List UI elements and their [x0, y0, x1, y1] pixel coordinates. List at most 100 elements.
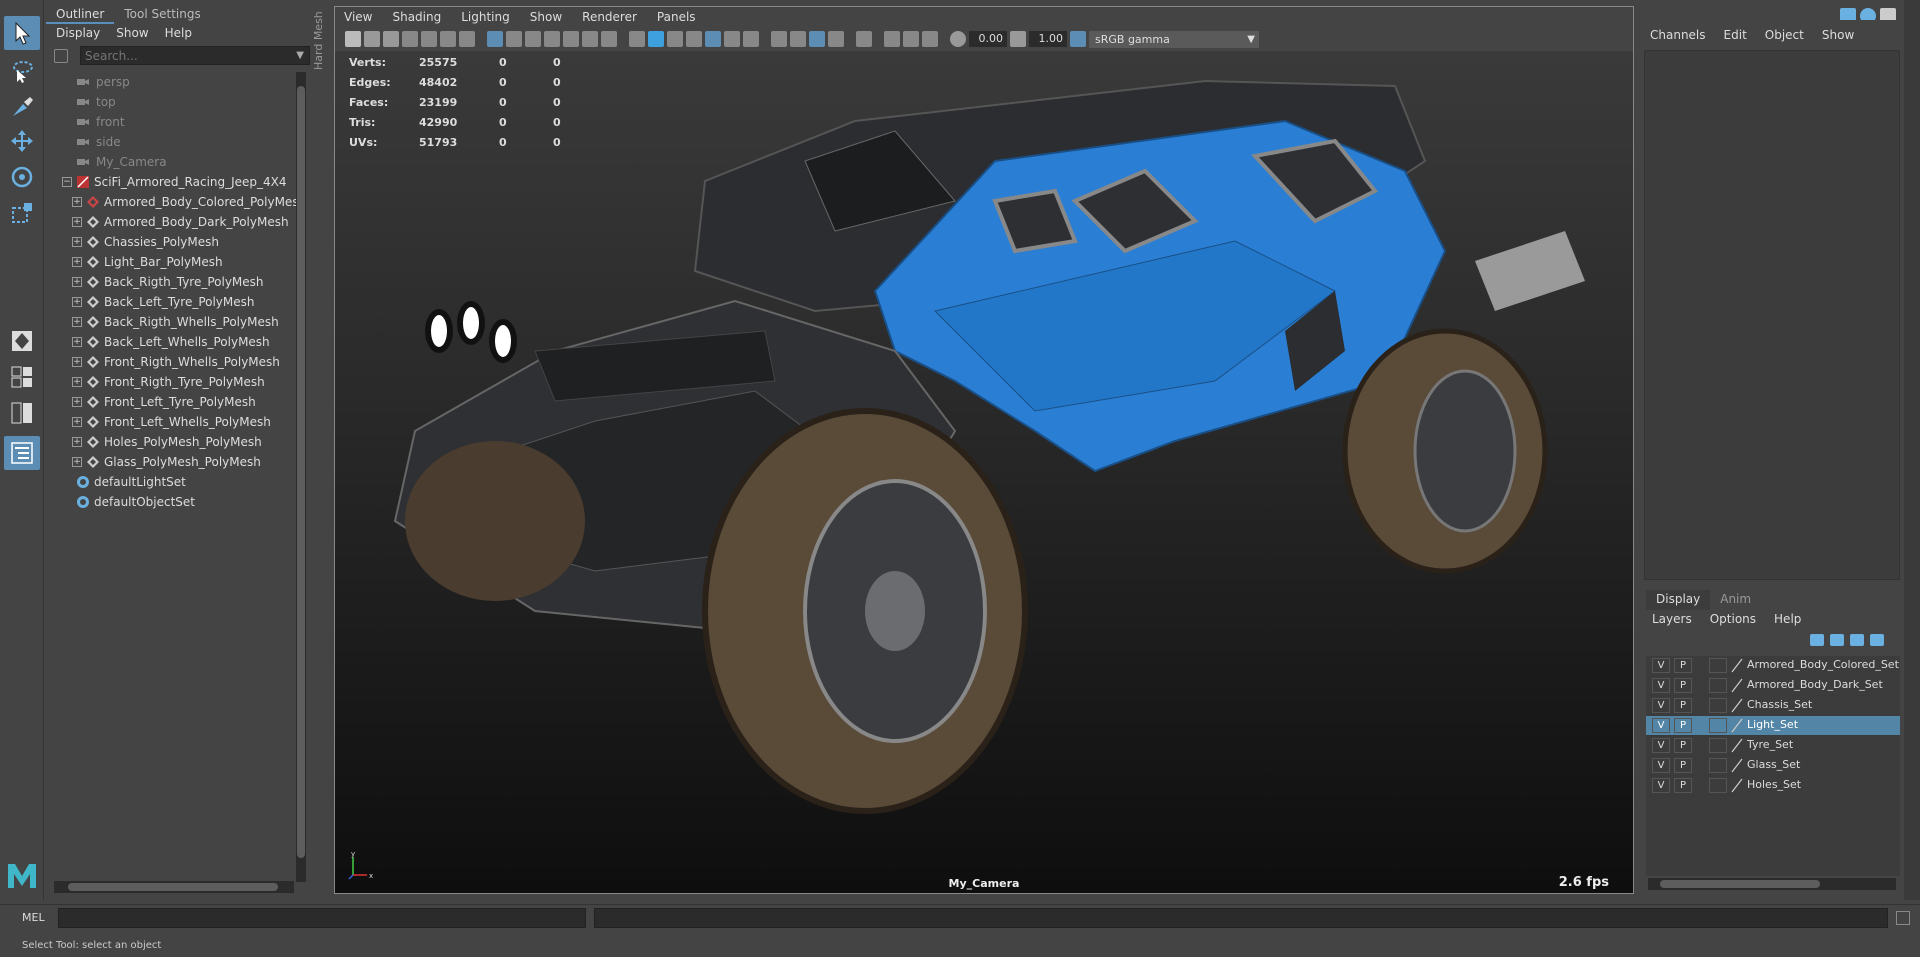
depth-of-field-icon[interactable] — [828, 31, 844, 47]
tree-item-mesh[interactable]: + Holes_PolyMesh_PolyMesh — [52, 432, 294, 452]
rotate-tool-icon[interactable] — [4, 160, 40, 194]
layer-type-icon[interactable] — [1730, 678, 1744, 693]
color-management-icon[interactable] — [1070, 31, 1086, 47]
outliner-menu-display[interactable]: Display — [56, 26, 100, 42]
viewport-menu-shading[interactable]: Shading — [392, 10, 441, 24]
mel-input[interactable] — [58, 908, 586, 928]
tree-item-mesh[interactable]: + Back_Rigth_Whells_PolyMesh — [52, 312, 294, 332]
layer-visibility-toggle[interactable]: V — [1652, 778, 1670, 793]
tree-item-mesh[interactable]: + Front_Rigth_Tyre_PolyMesh — [52, 372, 294, 392]
layer-visibility-toggle[interactable]: V — [1652, 718, 1670, 733]
tree-item-mesh[interactable]: + Armored_Body_Colored_PolyMesh — [52, 192, 306, 212]
layer-row[interactable]: V P Tyre_Set — [1646, 736, 1900, 756]
tree-item-mesh[interactable]: + Back_Left_Whells_PolyMesh — [52, 332, 294, 352]
layer-menu-help[interactable]: Help — [1774, 612, 1801, 628]
four-view-icon[interactable] — [4, 360, 40, 394]
expand-icon[interactable]: + — [72, 357, 82, 367]
layer-playback-toggle[interactable]: P — [1674, 778, 1692, 793]
exposure-field[interactable]: 0.00 — [969, 31, 1007, 47]
layer-color-swatch[interactable] — [1709, 698, 1727, 713]
camera-lock-icon[interactable] — [364, 31, 380, 47]
motion-blur-icon[interactable] — [790, 31, 806, 47]
layer-visibility-toggle[interactable]: V — [1652, 678, 1670, 693]
tree-item-camera-side[interactable]: side — [52, 132, 294, 152]
safe-action-icon[interactable] — [582, 31, 598, 47]
expand-icon[interactable]: + — [72, 197, 82, 207]
expand-icon[interactable]: + — [72, 217, 82, 227]
smooth-shade-icon[interactable] — [648, 31, 664, 47]
layer-type-icon[interactable] — [1730, 658, 1744, 673]
resolution-gate-icon[interactable] — [525, 31, 541, 47]
ambient-occlusion-icon[interactable] — [771, 31, 787, 47]
image-plane-icon[interactable] — [402, 31, 418, 47]
layer-type-icon[interactable] — [1730, 758, 1744, 773]
expand-icon[interactable]: + — [72, 437, 82, 447]
bookmark-icon[interactable] — [383, 31, 399, 47]
expand-icon[interactable]: + — [72, 237, 82, 247]
layer-type-icon[interactable] — [1730, 738, 1744, 753]
viewport-menu-panels[interactable]: Panels — [657, 10, 696, 24]
tree-item-set-default-object[interactable]: defaultObjectSet — [52, 492, 294, 512]
viewport-menu-renderer[interactable]: Renderer — [582, 10, 637, 24]
layer-row[interactable]: V P Holes_Set — [1646, 776, 1900, 796]
layer-playback-toggle[interactable]: P — [1674, 738, 1692, 753]
new-layer-from-selected-icon[interactable] — [1870, 634, 1884, 646]
color-space-dropdown[interactable]: sRGB gamma ▼ — [1089, 30, 1259, 48]
tree-item-set-default-light[interactable]: defaultLightSet — [52, 472, 294, 492]
isolate-select-icon[interactable] — [856, 31, 872, 47]
layer-playback-toggle[interactable]: P — [1674, 658, 1692, 673]
chevron-down-icon[interactable]: ▼ — [296, 50, 304, 61]
tree-item-mesh[interactable]: + Front_Rigth_Whells_PolyMesh — [52, 352, 294, 372]
outliner-layout-icon[interactable] — [4, 436, 40, 470]
hud-icon[interactable] — [922, 31, 938, 47]
layer-type-icon[interactable] — [1730, 778, 1744, 793]
safe-title-icon[interactable] — [601, 31, 617, 47]
layer-playback-toggle[interactable]: P — [1674, 718, 1692, 733]
outliner-vertical-scrollbar[interactable] — [296, 72, 306, 882]
layer-color-swatch[interactable] — [1709, 778, 1727, 793]
tree-item-mesh[interactable]: + Back_Left_Tyre_PolyMesh — [52, 292, 294, 312]
expand-icon[interactable]: + — [72, 457, 82, 467]
lasso-tool-icon[interactable] — [4, 54, 40, 88]
layer-row[interactable]: V P Armored_Body_Dark_Set — [1646, 676, 1900, 696]
grease-pencil-icon[interactable] — [421, 31, 437, 47]
camera-select-icon[interactable] — [345, 31, 361, 47]
layer-row[interactable]: V P Chassis_Set — [1646, 696, 1900, 716]
xray-active-icon[interactable] — [903, 31, 919, 47]
channel-menu-channels[interactable]: Channels — [1650, 28, 1706, 48]
film-gate-icon[interactable] — [506, 31, 522, 47]
tree-item-mesh[interactable]: + Glass_PolyMesh_PolyMesh — [52, 452, 294, 472]
layer-menu-layers[interactable]: Layers — [1652, 612, 1692, 628]
layer-color-swatch[interactable] — [1709, 718, 1727, 733]
expand-icon[interactable]: + — [72, 277, 82, 287]
layer-row[interactable]: V P Glass_Set — [1646, 756, 1900, 776]
layer-color-swatch[interactable] — [1709, 658, 1727, 673]
expand-icon[interactable]: + — [72, 297, 82, 307]
xray-icon[interactable] — [743, 31, 759, 47]
channel-box-area[interactable] — [1644, 50, 1900, 580]
outliner-menu-show[interactable]: Show — [116, 26, 148, 42]
viewport-menu-show[interactable]: Show — [530, 10, 562, 24]
layer-type-icon[interactable] — [1730, 718, 1744, 733]
layer-playback-toggle[interactable]: P — [1674, 758, 1692, 773]
layer-visibility-toggle[interactable]: V — [1652, 698, 1670, 713]
move-layer-up-icon[interactable] — [1810, 634, 1824, 646]
viewport-scene[interactable]: Verts: 25575 0 0 Edges: 48402 0 0 Faces: 23199 0 0 T… — [335, 51, 1633, 893]
expand-icon[interactable]: + — [72, 417, 82, 427]
tab-tool-settings[interactable]: Tool Settings — [114, 6, 210, 24]
tree-item-mesh[interactable]: + Front_Left_Whells_PolyMesh — [52, 412, 294, 432]
channel-menu-show[interactable]: Show — [1822, 28, 1854, 48]
mel-label[interactable]: MEL — [22, 911, 45, 924]
layer-type-icon[interactable] — [1730, 698, 1744, 713]
wireframe-icon[interactable] — [629, 31, 645, 47]
collapse-icon[interactable]: − — [62, 177, 72, 187]
layer-color-swatch[interactable] — [1709, 738, 1727, 753]
outliner-horizontal-scrollbar[interactable] — [54, 881, 294, 893]
outliner-menu-help[interactable]: Help — [165, 26, 192, 42]
layer-horizontal-scrollbar[interactable] — [1648, 878, 1896, 890]
layer-row[interactable]: V P Armored_Body_Colored_Set — [1646, 656, 1900, 676]
pan-zoom-icon[interactable] — [440, 31, 456, 47]
layer-visibility-toggle[interactable]: V — [1652, 738, 1670, 753]
layer-menu-options[interactable]: Options — [1710, 612, 1756, 628]
tree-item-mesh[interactable]: + Armored_Body_Dark_PolyMesh — [52, 212, 294, 232]
